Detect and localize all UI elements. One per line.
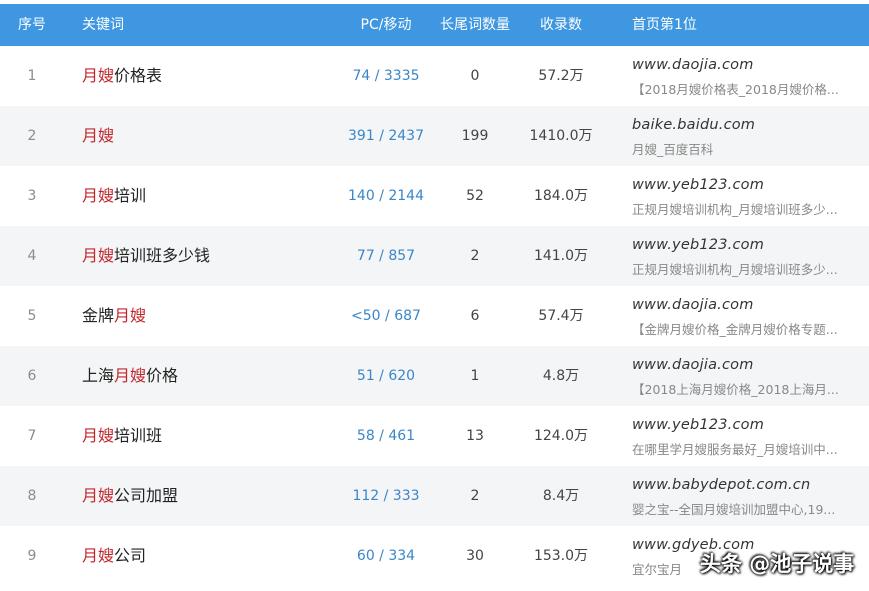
- top1-domain-link[interactable]: www.yeb123.com: [632, 237, 868, 253]
- row-index: 5: [27, 308, 37, 324]
- longtail-count: 30: [466, 548, 484, 564]
- header-index[interactable]: 序号: [16, 4, 48, 46]
- top1-result: www.daojia.com 【2018月嫂价格表_2018月嫂价格...: [632, 46, 868, 106]
- header-top1[interactable]: 首页第1位: [632, 4, 697, 46]
- keyword-highlight: 月嫂: [82, 246, 115, 265]
- keyword-link[interactable]: 月嫂公司: [82, 526, 342, 586]
- keyword-link[interactable]: 月嫂: [82, 106, 342, 166]
- indexed-count: 57.2万: [538, 68, 584, 84]
- watermark: 头条 @池子说事: [700, 552, 855, 576]
- keyword-link[interactable]: 月嫂培训班多少钱: [82, 226, 342, 286]
- keyword-suffix: 公司加盟: [114, 486, 179, 505]
- top1-snippet: 【2018上海月嫂价格_2018上海月...: [632, 382, 839, 397]
- table-header: 序号 关键词 PC/移动 长尾词数量 收录数 首页第1位: [0, 4, 869, 46]
- top1-result: www.daojia.com 【2018上海月嫂价格_2018上海月...: [632, 346, 868, 406]
- top1-result: baike.baidu.com 月嫂_百度百科: [632, 106, 868, 166]
- row-index: 9: [27, 548, 37, 564]
- longtail-count: 2: [470, 248, 480, 264]
- longtail-count: 13: [466, 428, 484, 444]
- keyword-highlight: 月嫂: [82, 426, 115, 445]
- top1-snippet: 正规月嫂培训机构_月嫂培训班多少...: [632, 262, 838, 277]
- top1-snippet: 【金牌月嫂价格_金牌月嫂价格专题...: [632, 322, 838, 337]
- keyword-highlight: 月嫂: [82, 66, 115, 85]
- table-row: 1 月嫂价格表 74 / 3335 0 57.2万 www.daojia.com 【2018…: [0, 46, 869, 106]
- keyword-highlight: 月嫂: [114, 306, 147, 325]
- indexed-count: 1410.0万: [529, 128, 593, 144]
- keyword-link[interactable]: 月嫂价格表: [82, 46, 342, 106]
- keyword-highlight: 月嫂: [82, 186, 115, 205]
- header-indexed-count[interactable]: 收录数: [516, 4, 606, 46]
- top1-snippet: 月嫂_百度百科: [632, 142, 714, 157]
- header-longtail-count[interactable]: 长尾词数量: [432, 4, 518, 46]
- keyword-link[interactable]: 月嫂培训班: [82, 406, 342, 466]
- keyword-table: 序号 关键词 PC/移动 长尾词数量 收录数 首页第1位 1 月嫂价格表 74 / …: [0, 0, 869, 591]
- top1-domain-link[interactable]: baike.baidu.com: [632, 117, 868, 133]
- row-index: 2: [27, 128, 37, 144]
- table-row: 5 金牌月嫂 <50 / 687 6 57.4万 www.daojia.com 【金牌月嫂价…: [0, 286, 869, 346]
- indexed-count: 141.0万: [533, 248, 589, 264]
- row-index: 8: [27, 488, 37, 504]
- top1-domain-link[interactable]: www.daojia.com: [632, 357, 868, 373]
- indexed-count: 153.0万: [533, 548, 589, 564]
- row-index: 3: [27, 188, 37, 204]
- keyword-link[interactable]: 月嫂培训: [82, 166, 342, 226]
- top1-result: www.yeb123.com 正规月嫂培训机构_月嫂培训班多少...: [632, 166, 868, 226]
- keyword-link[interactable]: 上海月嫂价格: [82, 346, 342, 406]
- keyword-suffix: 价格: [146, 366, 179, 385]
- top1-domain-link[interactable]: www.yeb123.com: [632, 177, 868, 193]
- longtail-count: 199: [461, 128, 489, 144]
- keyword-prefix: 金牌: [82, 306, 115, 325]
- table-row: 2 月嫂 391 / 2437 199 1410.0万 baike.baidu.com 月嫂…: [0, 106, 869, 166]
- top1-snippet: 正规月嫂培训机构_月嫂培训班多少...: [632, 202, 838, 217]
- longtail-count: 6: [470, 308, 480, 324]
- longtail-count: 52: [466, 188, 484, 204]
- keyword-link[interactable]: 金牌月嫂: [82, 286, 342, 346]
- table-row: 4 月嫂培训班多少钱 77 / 857 2 141.0万 www.yeb123.com 正规…: [0, 226, 869, 286]
- header-keyword[interactable]: 关键词: [82, 4, 124, 46]
- keyword-suffix: 培训: [114, 186, 147, 205]
- keyword-highlight: 月嫂: [82, 126, 115, 145]
- keyword-suffix: 培训班多少钱: [114, 246, 211, 265]
- keyword-prefix: 上海: [82, 366, 115, 385]
- row-index: 6: [27, 368, 37, 384]
- table-row: 6 上海月嫂价格 51 / 620 1 4.8万 www.daojia.com 【2018上…: [0, 346, 869, 406]
- keyword-highlight: 月嫂: [82, 486, 115, 505]
- longtail-count: 0: [470, 68, 480, 84]
- indexed-count: 57.4万: [538, 308, 584, 324]
- keyword-suffix: 价格表: [114, 66, 163, 85]
- top1-result: www.yeb123.com 正规月嫂培训机构_月嫂培训班多少...: [632, 226, 868, 286]
- row-index: 7: [27, 428, 37, 444]
- indexed-count: 184.0万: [533, 188, 589, 204]
- table-row: 7 月嫂培训班 58 / 461 13 124.0万 www.yeb123.com 在哪里学…: [0, 406, 869, 466]
- keyword-suffix: 公司: [114, 546, 147, 565]
- top1-domain-link[interactable]: www.daojia.com: [632, 297, 868, 313]
- row-index: 1: [27, 68, 37, 84]
- top1-result: www.daojia.com 【金牌月嫂价格_金牌月嫂价格专题...: [632, 286, 868, 346]
- keyword-suffix: 培训班: [114, 426, 163, 445]
- longtail-count: 2: [470, 488, 480, 504]
- indexed-count: 4.8万: [542, 368, 580, 384]
- top1-domain-link[interactable]: www.babydepot.com.cn: [632, 477, 868, 493]
- top1-domain-link[interactable]: www.yeb123.com: [632, 417, 868, 433]
- top1-result: www.babydepot.com.cn 婴之宝--全国月嫂培训加盟中心,19..…: [632, 466, 868, 526]
- table-row: 8 月嫂公司加盟 112 / 333 2 8.4万 www.babydepot.com.c…: [0, 466, 869, 526]
- top1-result: www.yeb123.com 在哪里学月嫂服务最好_月嫂培训中...: [632, 406, 868, 466]
- top1-domain-link[interactable]: www.daojia.com: [632, 57, 868, 73]
- row-index: 4: [27, 248, 37, 264]
- longtail-count: 1: [470, 368, 480, 384]
- table-row: 3 月嫂培训 140 / 2144 52 184.0万 www.yeb123.com 正规月…: [0, 166, 869, 226]
- keyword-highlight: 月嫂: [114, 366, 147, 385]
- keyword-highlight: 月嫂: [82, 546, 115, 565]
- keyword-link[interactable]: 月嫂公司加盟: [82, 466, 342, 526]
- top1-snippet: 在哪里学月嫂服务最好_月嫂培训中...: [632, 442, 838, 457]
- indexed-count: 8.4万: [542, 488, 580, 504]
- top1-snippet: 【2018月嫂价格表_2018月嫂价格...: [632, 82, 839, 97]
- top1-snippet: 婴之宝--全国月嫂培训加盟中心,19...: [632, 502, 836, 517]
- indexed-count: 124.0万: [533, 428, 589, 444]
